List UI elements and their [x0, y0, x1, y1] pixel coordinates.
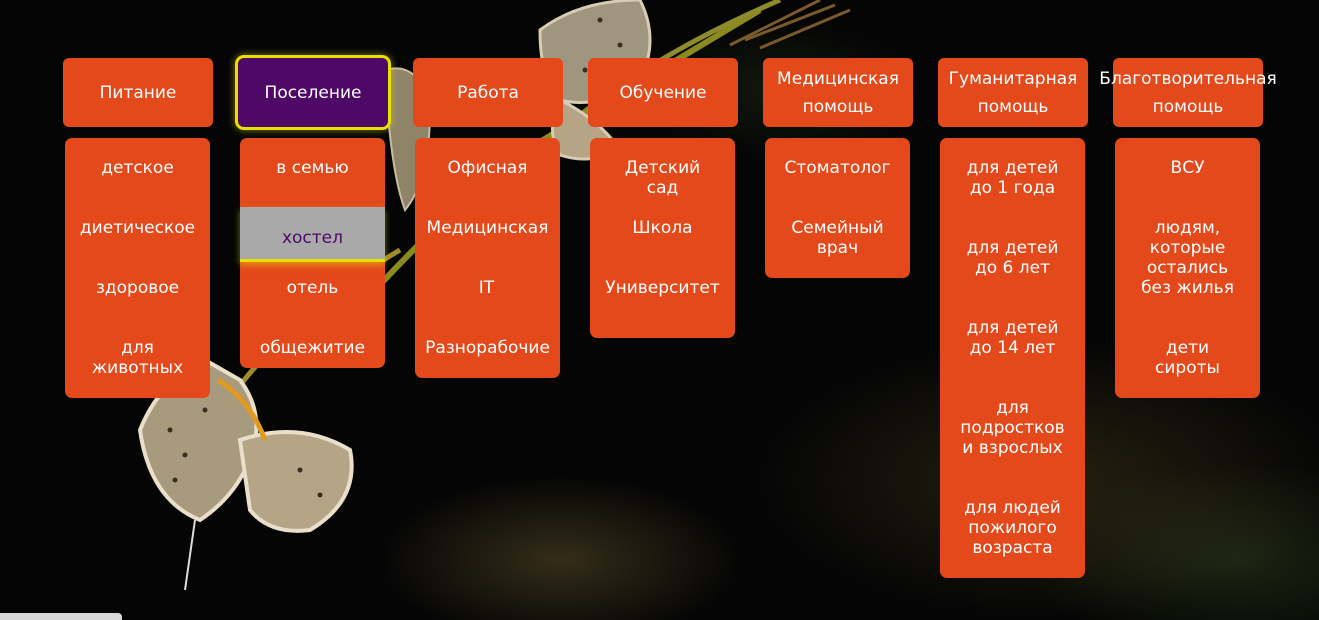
dropdown-item[interactable]: для подростков и взрослых	[940, 398, 1085, 498]
dropdown-item[interactable]: людям, которые остались без жилья	[1115, 218, 1260, 338]
dropdown-item[interactable]: отель	[240, 278, 385, 338]
dropdown-item-label: Медицинская	[426, 218, 549, 238]
dropdown-item[interactable]: ВСУ	[1115, 158, 1260, 218]
dropdown-item[interactable]: IT	[415, 278, 560, 338]
dropdown-item-label: диетическое	[79, 218, 196, 238]
dropdown-item-label: Университет	[605, 278, 720, 298]
menu-medical-help[interactable]: Медицинская помощь	[763, 58, 913, 127]
dropdown-item[interactable]: для детей до 1 года	[940, 158, 1085, 238]
dropdown-item-label: здоровое	[95, 278, 180, 298]
dropdown-item[interactable]: Офисная	[415, 158, 560, 218]
dropdown-item-label: для животных	[91, 338, 184, 378]
menu-education-label: Обучение	[619, 82, 707, 103]
dropdown-item[interactable]: Разнорабочие	[415, 338, 560, 398]
menu-humanitarian-help-label: Гуманитарная помощь	[948, 68, 1078, 117]
dropdown-item[interactable]: Семейный врач	[765, 218, 910, 278]
menu-work-label: Работа	[457, 82, 519, 103]
dropdown-item[interactable]: диетическое	[65, 218, 210, 278]
dropdown-item-label: для детей до 14 лет	[966, 318, 1059, 358]
dropdown-item-label: дети сироты	[1155, 338, 1220, 378]
dropdown-item-label: Офисная	[447, 158, 528, 178]
menu-nutrition-label: Питание	[99, 82, 177, 103]
dropdown-medical-help: Стоматолог Семейный врач	[765, 138, 910, 278]
dropdown-item[interactable]: Университет	[590, 278, 735, 338]
dropdown-item[interactable]: для людей пожилого возраста	[940, 498, 1085, 578]
menu-charity-help-label: Благотворительная помощь	[1099, 68, 1277, 117]
dropdown-item-label: Стоматолог	[784, 158, 891, 178]
dropdown-item[interactable]: Детский сад	[590, 158, 735, 218]
dropdown-item-label: Разнорабочие	[425, 338, 550, 358]
menu-medical-help-label: Медицинская помощь	[777, 68, 899, 117]
dropdown-item-label: для детей до 1 года	[966, 158, 1059, 198]
dropdown-item-label: общежитие	[259, 338, 366, 358]
menu-humanitarian-help[interactable]: Гуманитарная помощь	[938, 58, 1088, 127]
dropdown-item-label: Семейный врач	[791, 218, 884, 258]
dropdown-item-label: Школа	[632, 218, 693, 238]
dropdown-nutrition: детское диетическое здоровое для животны…	[65, 138, 210, 398]
dropdown-item-label: ВСУ	[1170, 158, 1205, 178]
dropdown-item[interactable]: Стоматолог	[765, 158, 910, 218]
menu-work[interactable]: Работа	[413, 58, 563, 127]
dropdown-charity-help: ВСУ людям, которые остались без жилья де…	[1115, 138, 1260, 398]
menu-housing-label: Поселение	[264, 82, 362, 103]
dropdown-item[interactable]: детское	[65, 158, 210, 218]
dropdown-humanitarian-help: для детей до 1 года для детей до 6 лет д…	[940, 138, 1085, 578]
dropdown-item-label: хостел	[281, 228, 344, 248]
dropdown-item[interactable]: для детей до 14 лет	[940, 318, 1085, 398]
dropdown-item-label: для людей пожилого возраста	[964, 498, 1061, 558]
dropdown-housing: в семью хостел отель общежитие	[240, 138, 385, 368]
dropdown-item[interactable]: Медицинская	[415, 218, 560, 278]
dropdown-item-label: для детей до 6 лет	[966, 238, 1059, 278]
dropdown-work: Офисная Медицинская IT Разнорабочие	[415, 138, 560, 378]
menu-nutrition[interactable]: Питание	[63, 58, 213, 127]
dropdown-item[interactable]: Школа	[590, 218, 735, 278]
dropdown-item-label: отель	[286, 278, 339, 298]
dropdown-item-label: в семью	[276, 158, 349, 178]
dropdown-item[interactable]: дети сироты	[1115, 338, 1260, 398]
dropdown-item[interactable]: здоровое	[65, 278, 210, 338]
menu-housing[interactable]: Поселение	[238, 58, 388, 127]
menu-education[interactable]: Обучение	[588, 58, 738, 127]
dropdown-item-label: детское	[101, 158, 174, 178]
dropdown-item-hovered[interactable]: хостел	[240, 207, 385, 262]
dropdown-item[interactable]: для животных	[65, 338, 210, 398]
dropdown-item-label: Детский сад	[624, 158, 701, 198]
dropdown-item[interactable]: для детей до 6 лет	[940, 238, 1085, 318]
browser-status-bar	[0, 613, 122, 620]
dropdown-item-label: людям, которые остались без жилья	[1141, 218, 1234, 298]
dropdown-item-label: IT	[478, 278, 495, 298]
dropdown-item[interactable]: общежитие	[240, 338, 385, 398]
dropdown-item-label: для подростков и взрослых	[960, 398, 1065, 458]
dropdown-education: Детский сад Школа Университет	[590, 138, 735, 338]
menu-charity-help[interactable]: Благотворительная помощь	[1099, 58, 1277, 127]
